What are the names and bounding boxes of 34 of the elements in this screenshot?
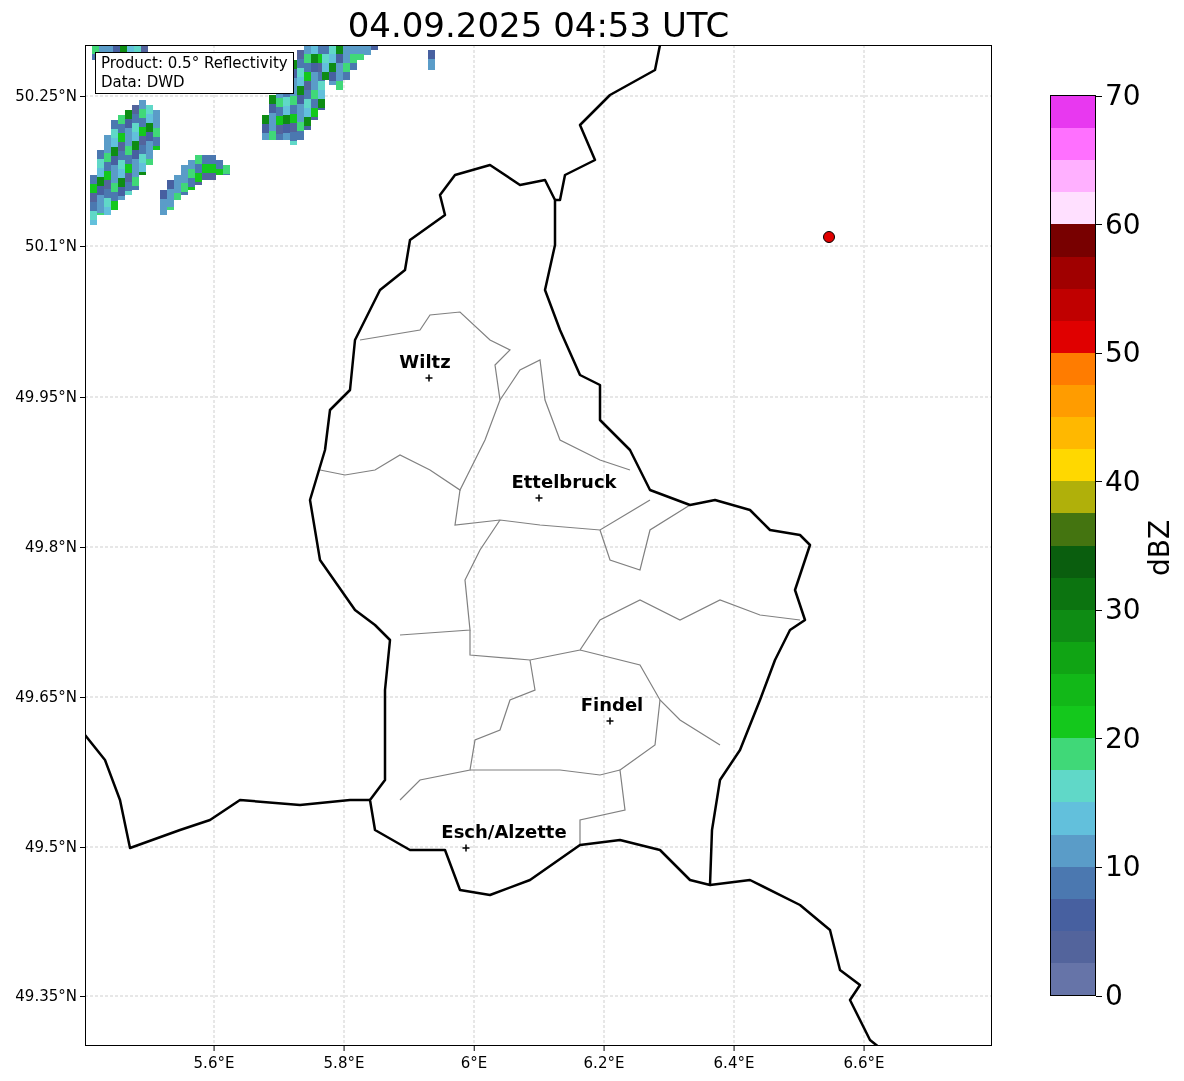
colorbar-tick-label: 60 (1105, 208, 1141, 241)
city-label: Findel (580, 695, 644, 715)
colorbar-tick-label: 70 (1105, 80, 1141, 112)
city-label: Esch/Alzette (441, 822, 567, 842)
axis-tick-label: 49.8°N (24, 537, 77, 557)
axis-tick-label: 6°E (460, 1053, 488, 1073)
colorbar-tick-label: 10 (1105, 851, 1141, 884)
city-marker-icon (534, 493, 544, 503)
axis-tick-label: 49.95°N (15, 387, 77, 407)
axis-tick-label: 49.5°N (24, 837, 77, 857)
axis-tick-label: 49.35°N (15, 986, 77, 1006)
radar-site-marker (823, 231, 835, 243)
info-text: Product: 0.5° Reflectivity (101, 54, 288, 73)
axis-tick-label: 50.1°N (24, 236, 77, 256)
city-label: Wiltz (399, 352, 451, 372)
info-text: Data: DWD (101, 73, 186, 92)
axis-tick-label: 6.6°E (843, 1053, 885, 1073)
axis-tick-label: 5.8°E (323, 1053, 365, 1073)
colorbar-tick-label: 40 (1105, 465, 1141, 498)
city-marker-icon (424, 373, 434, 383)
axis-tick-label: 5.6°E (193, 1053, 235, 1073)
axis-tick-label: 49.65°N (15, 687, 77, 707)
axis-tick-label: 6.2°E (583, 1053, 625, 1073)
axis-tick-label: 50.25°N (15, 86, 77, 106)
colorbar-tick-label: 30 (1105, 594, 1141, 627)
colorbar-label: dBZ (1143, 519, 1176, 577)
colorbar-tick-label: 0 (1105, 980, 1123, 1012)
colorbar-tick-label: 20 (1105, 722, 1141, 755)
axis-tick-label: 6.4°E (713, 1053, 755, 1073)
city-marker-icon (461, 843, 471, 853)
colorbar-tick-label: 50 (1105, 337, 1141, 370)
city-label: Ettelbruck (511, 472, 617, 492)
city-marker-icon (605, 716, 615, 726)
chart-title: 04.09.2025 04:53 UTC (347, 4, 730, 46)
